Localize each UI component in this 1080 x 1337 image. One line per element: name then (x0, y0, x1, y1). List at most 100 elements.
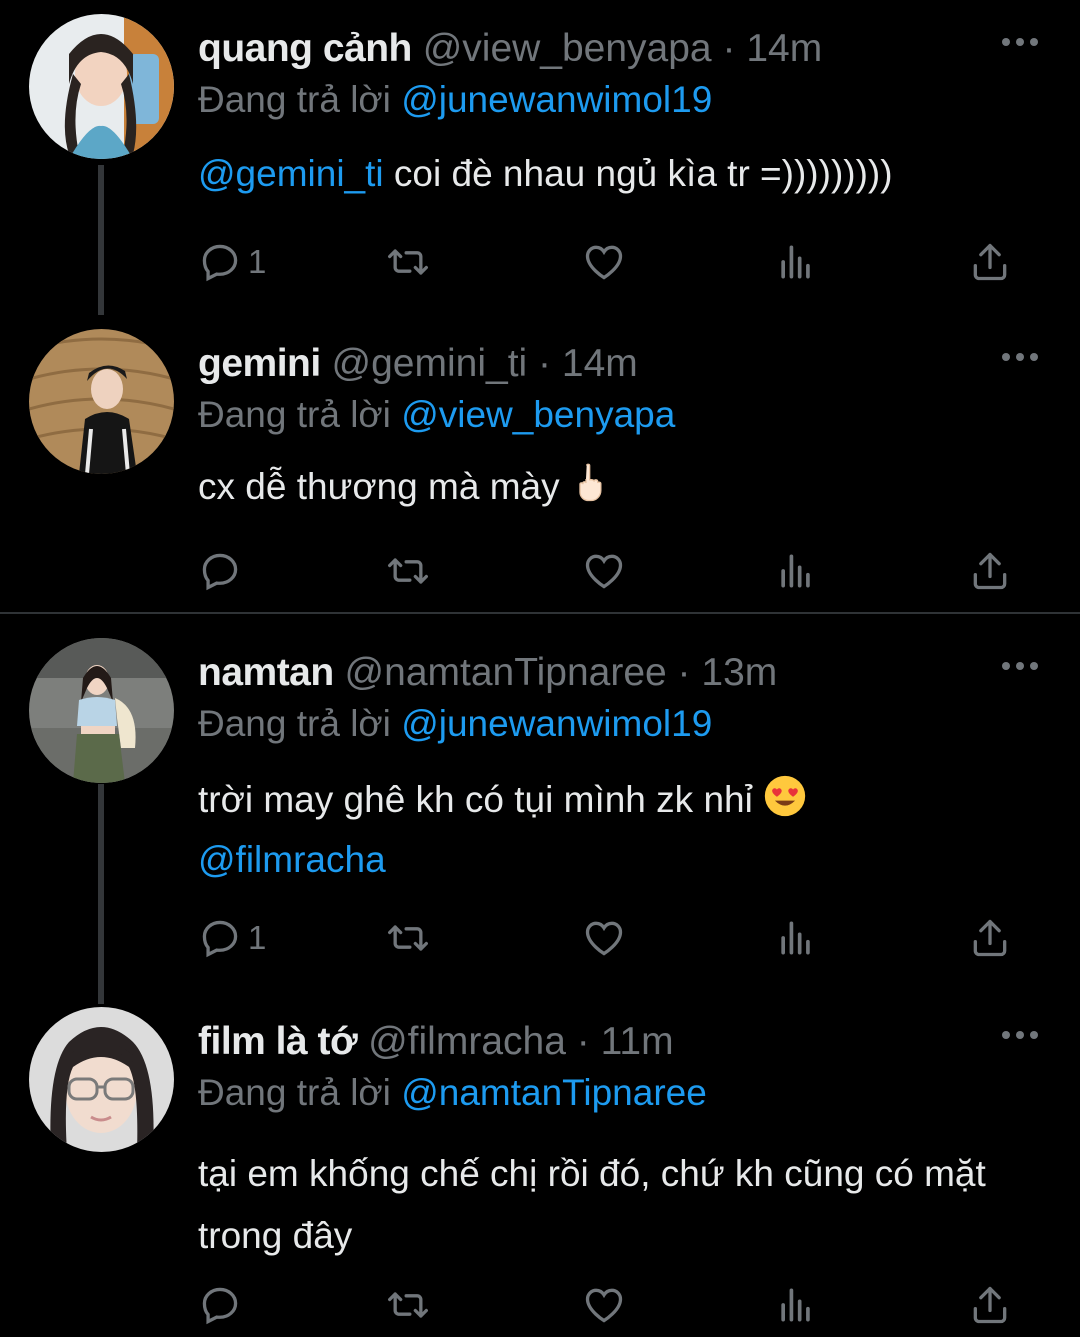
separator: · (722, 27, 736, 70)
avatar[interactable] (29, 1007, 174, 1152)
tweet-feed: quang cảnh @view_benyapa · 14m Đang trả … (0, 0, 1080, 1337)
share-icon (973, 243, 1007, 281)
reply-icon (202, 244, 238, 282)
replying-to: Đang trả lời @junewanwimol19 (198, 702, 712, 746)
views-icon (781, 921, 810, 955)
tweet-header: quang cảnh @view_benyapa · 14m (198, 26, 970, 72)
tweet-body: tại em khống chế chị rồi đó, chứ kh cũng… (198, 1153, 986, 1256)
like-button[interactable] (582, 547, 626, 595)
user-handle[interactable]: @namtanTipnaree (345, 651, 667, 694)
tweet[interactable]: quang cảnh @view_benyapa · 14m Đang trả … (0, 0, 1080, 330)
like-button[interactable] (582, 914, 626, 962)
retweet-button[interactable] (386, 547, 430, 595)
mention-link[interactable]: @filmracha (198, 839, 386, 880)
avatar[interactable] (29, 329, 174, 474)
reply-to-handle[interactable]: @view_benyapa (401, 394, 675, 435)
share-icon (973, 1286, 1007, 1324)
replying-to: Đang trả lời @view_benyapa (198, 393, 675, 437)
reply-icon (202, 1287, 238, 1325)
action-bar (198, 547, 1038, 595)
like-button[interactable] (582, 238, 626, 286)
separator: · (576, 1020, 590, 1063)
user-handle[interactable]: @gemini_ti (332, 342, 528, 385)
replying-to: Đang trả lời @namtanTipnaree (198, 1071, 707, 1115)
thread-line (98, 165, 104, 315)
timestamp[interactable]: 14m (562, 342, 638, 385)
reply-prefix: Đang trả lời (198, 703, 391, 744)
thread-line (98, 784, 104, 1004)
tweet[interactable]: namtan @namtanTipnaree · 13m Đang trả lờ… (0, 624, 1080, 1014)
display-name[interactable]: namtan (198, 651, 334, 694)
like-button[interactable] (582, 1281, 626, 1329)
views-button[interactable] (774, 1281, 818, 1329)
like-icon (585, 921, 623, 956)
share-button[interactable] (968, 547, 1012, 595)
reply-button[interactable] (198, 1281, 248, 1329)
action-bar: 1 (198, 914, 1038, 962)
tweet-body: trời may ghê kh có tụi mình zk nhỉ (198, 779, 764, 820)
replying-to: Đang trả lời @junewanwimol19 (198, 78, 712, 122)
more-icon[interactable] (1002, 660, 1038, 672)
like-icon (585, 245, 623, 280)
retweet-icon (388, 558, 428, 584)
display-name[interactable]: film là tớ (198, 1020, 358, 1063)
display-name[interactable]: quang cảnh (198, 27, 412, 70)
avatar[interactable] (29, 638, 174, 783)
user-handle[interactable]: @view_benyapa (423, 27, 712, 70)
display-name[interactable]: gemini (198, 342, 321, 385)
tweet-text: tại em khống chế chị rồi đó, chứ kh cũng… (198, 1143, 998, 1267)
action-bar: 1 (198, 238, 1038, 286)
reply-prefix: Đang trả lời (198, 79, 391, 120)
reply-button[interactable] (198, 547, 248, 595)
retweet-icon (388, 1292, 428, 1318)
timestamp[interactable]: 13m (701, 651, 777, 694)
timestamp[interactable]: 11m (601, 1020, 674, 1063)
tweet-header: namtan @namtanTipnaree · 13m (198, 650, 970, 696)
reply-button[interactable]: 1 (198, 914, 266, 962)
action-bar (198, 1281, 1038, 1329)
tweet-text: trời may ghê kh có tụi mình zk nhỉ @film… (198, 770, 1018, 890)
mention-link[interactable]: @gemini_ti (198, 153, 384, 194)
views-button[interactable] (774, 238, 818, 286)
heart-eyes-emoji (764, 775, 806, 817)
reply-to-handle[interactable]: @junewanwimol19 (401, 703, 712, 744)
more-icon[interactable] (1002, 1029, 1038, 1041)
share-button[interactable] (968, 238, 1012, 286)
divider (0, 612, 1080, 614)
reply-to-handle[interactable]: @namtanTipnaree (401, 1072, 707, 1113)
tweet-header: gemini @gemini_ti · 14m (198, 341, 970, 387)
retweet-button[interactable] (386, 238, 430, 286)
avatar-film-icon (29, 1007, 174, 1152)
retweet-button[interactable] (386, 914, 430, 962)
reply-icon (202, 920, 238, 958)
tweet-body: cx dễ thương mà mày (198, 466, 570, 507)
user-handle[interactable]: @filmracha (368, 1020, 566, 1063)
share-button[interactable] (968, 914, 1012, 962)
retweet-button[interactable] (386, 1281, 430, 1329)
retweet-icon (388, 249, 428, 275)
avatar-gemini-icon (29, 329, 174, 474)
reply-button[interactable]: 1 (198, 238, 266, 286)
like-icon (585, 554, 623, 589)
more-icon[interactable] (1002, 36, 1038, 48)
separator: · (538, 342, 552, 385)
views-button[interactable] (774, 914, 818, 962)
tweet-body: coi đè nhau ngủ kìa tr =))))))))) (383, 153, 893, 194)
avatar[interactable] (29, 14, 174, 159)
reply-to-handle[interactable]: @junewanwimol19 (401, 79, 712, 120)
views-icon (781, 245, 810, 279)
tweet[interactable]: gemini @gemini_ti · 14m Đang trả lời @vi… (0, 315, 1080, 613)
share-button[interactable] (968, 1281, 1012, 1329)
reply-icon (202, 553, 238, 591)
tweet[interactable]: film là tớ @filmracha · 11m Đang trả lời… (0, 993, 1080, 1337)
reply-prefix: Đang trả lời (198, 394, 391, 435)
views-icon (781, 1288, 810, 1322)
middle-finger-emoji (579, 463, 602, 502)
reply-count: 1 (248, 919, 267, 956)
more-icon[interactable] (1002, 351, 1038, 363)
timestamp[interactable]: 14m (746, 27, 822, 70)
like-icon (585, 1288, 623, 1323)
tweet-text: cx dễ thương mà mày (198, 461, 1018, 513)
views-button[interactable] (774, 547, 818, 595)
avatar-namtan-icon (29, 638, 174, 783)
